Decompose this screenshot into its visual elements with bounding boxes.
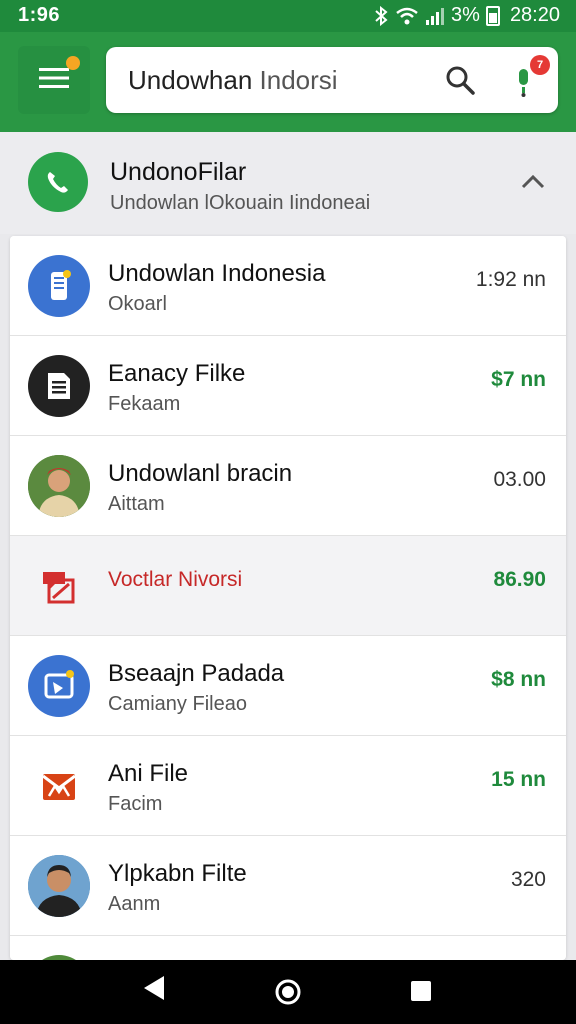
item-subtitle: Facim [108,793,163,815]
item-subtitle: Fekaam [108,393,181,415]
list-item[interactable]: Undowlan Indonesia Okoarl 1:92 nn [10,236,566,336]
battery-percent: 3% [451,4,480,26]
list-item[interactable]: Bseaajn Padada Camiany Fileao $8 nn [10,636,566,736]
hamburger-icon [39,66,69,95]
phone-icon [28,152,88,212]
section-header[interactable]: UndonoFilar Undowlan lOkouain Iindoneai [0,132,576,234]
search-query-bold: Undowhan [128,65,253,95]
status-icons: 3% 28:20 [373,4,560,27]
menu-button[interactable] [18,46,90,114]
status-time: 1:96 [18,4,61,26]
recents-icon[interactable] [410,980,432,1007]
notification-dot [66,56,80,70]
section-title: UndonoFilar [110,158,247,186]
list-item[interactable]: Eanacy Filke Fekaam $7 nn [10,336,566,436]
item-name: Voctlar Nivorsi [108,568,243,591]
flag-icon [28,555,90,617]
item-subtitle: Camiany Fileao [108,693,247,715]
list-item[interactable]: Ani File Facim 15 nn [10,736,566,836]
app-bar: Undowhan Indorsi 7 [0,32,576,132]
item-value: 15 nn [491,768,546,791]
battery-icon [485,5,500,26]
search-query-rest: Indorsi [252,65,338,95]
status-clock: 28:20 [509,4,560,26]
item-value: $7 nn [491,368,546,391]
photo-app-icon [28,655,90,717]
back-icon[interactable] [142,974,166,1007]
list-item[interactable]: Undowlanl bracin Aittam 03.00 [10,436,566,536]
search-icon[interactable] [444,64,476,101]
search-bar[interactable]: Undowhan Indorsi 7 [106,47,558,113]
section-subtitle: Undowlan lOkouain Iindoneai [110,192,371,214]
item-name: Ani File [108,760,189,787]
notification-badge: 7 [530,55,550,75]
status-bar: 1:96 3% 28:20 [0,0,576,32]
item-value: 03.00 [493,468,546,491]
item-value: 86.90 [493,568,546,591]
signal-icon [425,7,445,25]
document-icon [28,355,90,417]
item-name: Bseaajn Padada [108,660,285,687]
search-input[interactable]: Undowhan Indorsi [128,65,338,96]
person-avatar [28,855,90,917]
file-list: Undowlan Indonesia Okoarl 1:92 nn Eanacy… [10,236,566,960]
item-value: $8 nn [491,668,546,691]
item-value: 1:92 nn [475,268,546,291]
list-item-partial[interactable] [10,936,566,960]
navigation-bar [0,960,576,1024]
list-item[interactable]: Voctlar Nivorsi 86.90 [10,536,566,636]
bluetooth-icon [373,5,389,26]
chevron-up-icon[interactable] [520,172,546,197]
item-subtitle: Aittam [108,493,165,515]
item-name: Undowlan Indonesia [108,260,326,287]
home-icon[interactable] [274,978,302,1011]
item-name: Eanacy Filke [108,360,246,387]
item-name: Ylpkabn Filte [108,860,247,887]
item-subtitle: Aanm [108,893,161,915]
item-value: 320 [510,868,546,891]
wifi-icon [395,6,419,26]
mail-icon [28,755,90,817]
person-avatar [28,455,90,517]
phone-app-icon [28,255,90,317]
item-subtitle: Okoarl [108,293,167,315]
item-name: Undowlanl bracin [108,460,293,487]
list-item[interactable]: Ylpkabn Filte Aanm 320 [10,836,566,936]
